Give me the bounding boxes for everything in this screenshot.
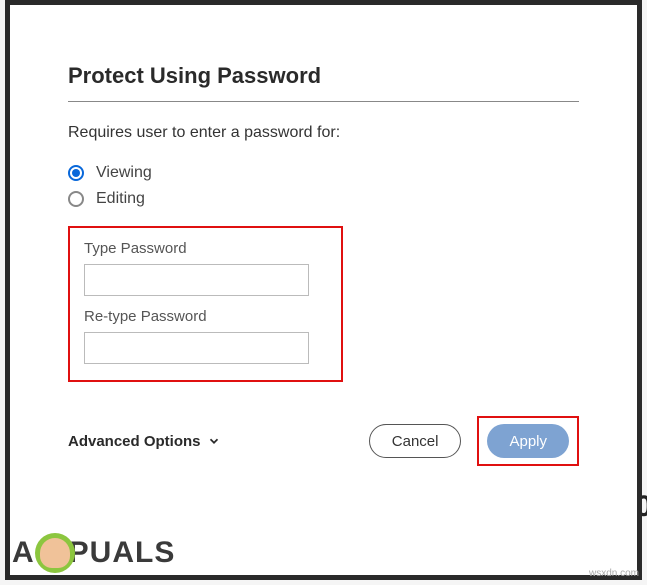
apply-button-highlight: Apply xyxy=(477,416,579,466)
retype-label: Re-type Password xyxy=(84,308,327,325)
appuals-logo: A PUALS xyxy=(12,533,175,573)
retype-field-group: Re-type Password xyxy=(84,308,327,364)
logo-suffix: PUALS xyxy=(69,536,176,570)
radio-selected-icon xyxy=(68,165,84,181)
chevron-down-icon xyxy=(207,434,221,448)
button-row: Cancel Apply xyxy=(369,416,579,466)
watermark-text: wsxdn.com xyxy=(589,568,639,579)
radio-viewing-label: Viewing xyxy=(96,164,152,182)
radio-unselected-icon xyxy=(68,191,84,207)
title-divider xyxy=(68,101,579,102)
advanced-options-label: Advanced Options xyxy=(68,433,201,450)
apply-button[interactable]: Apply xyxy=(487,424,569,458)
dialog-footer: Advanced Options Cancel Apply xyxy=(68,416,579,466)
radio-viewing[interactable]: Viewing xyxy=(68,164,579,182)
radio-editing-label: Editing xyxy=(96,190,145,208)
permission-radio-group: Viewing Editing xyxy=(68,164,579,208)
instruction-text: Requires user to enter a password for: xyxy=(68,124,579,142)
password-field-group: Type Password xyxy=(84,240,327,296)
logo-avatar-icon xyxy=(35,533,75,573)
retype-input[interactable] xyxy=(84,332,309,364)
password-protect-dialog: Protect Using Password Requires user to … xyxy=(5,0,642,580)
password-fields-highlight: Type Password Re-type Password xyxy=(68,226,343,382)
password-label: Type Password xyxy=(84,240,327,257)
logo-prefix: A xyxy=(12,536,35,570)
dialog-title: Protect Using Password xyxy=(68,63,579,89)
password-input[interactable] xyxy=(84,264,309,296)
radio-editing[interactable]: Editing xyxy=(68,190,579,208)
advanced-options-toggle[interactable]: Advanced Options xyxy=(68,433,221,450)
cancel-button[interactable]: Cancel xyxy=(369,424,462,458)
